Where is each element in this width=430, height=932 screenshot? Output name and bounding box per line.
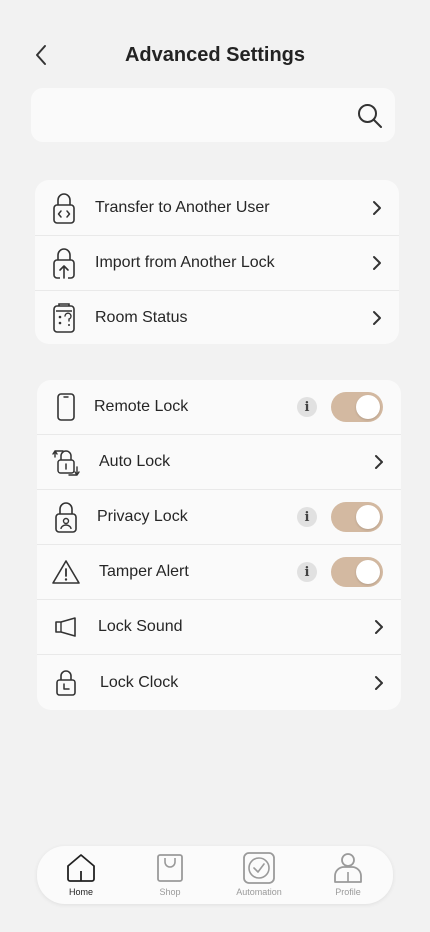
phone-icon (51, 390, 81, 424)
privacy-lock-row: Privacy Lock i (37, 490, 401, 545)
lock-clock-label: Lock Clock (100, 673, 179, 691)
tab-shop-label: Shop (159, 887, 181, 897)
search-icon (358, 104, 382, 128)
chevron-right-icon (371, 675, 387, 691)
lock-sound-row[interactable]: Lock Sound (37, 600, 401, 655)
lock-upload-icon (49, 246, 79, 280)
chevron-right-icon (369, 255, 385, 271)
chevron-right-icon (371, 454, 387, 470)
info-icon[interactable]: i (297, 397, 317, 417)
auto-lock-icon (51, 445, 81, 479)
auto-lock-row[interactable]: Auto Lock (37, 435, 401, 490)
tab-profile-label: Profile (335, 887, 361, 897)
privacy-lock-label: Privacy Lock (97, 508, 188, 525)
info-icon[interactable]: i (297, 507, 317, 527)
room-status-row[interactable]: Room Status (35, 291, 399, 344)
tab-shop[interactable]: Shop (140, 852, 200, 902)
clipboard-status-icon (49, 301, 79, 335)
tab-home-label: Home (68, 887, 93, 897)
lock-person-icon (51, 500, 81, 534)
search-input[interactable] (45, 88, 345, 142)
speaker-icon (51, 610, 81, 644)
tamper-alert-row: Tamper Alert i (37, 545, 401, 600)
tab-profile[interactable]: Profile (318, 852, 378, 902)
tamper-alert-label: Tamper Alert (99, 563, 189, 580)
import-lock-label: Import from Another Lock (95, 254, 275, 271)
transfer-user-row[interactable]: Transfer to Another User (35, 180, 399, 236)
remote-lock-row: Remote Lock i (37, 380, 401, 435)
tamper-alert-toggle[interactable] (331, 557, 383, 587)
shopping-bag-icon (154, 852, 186, 884)
lock-settings-group: Remote Lock i Auto Lock Privacy Lock i T… (37, 380, 401, 710)
toggle-knob (356, 395, 380, 419)
remote-lock-label: Remote Lock (94, 398, 189, 415)
warning-icon (51, 555, 81, 589)
tab-automation-label: Automation (236, 887, 282, 897)
privacy-lock-toggle[interactable] (331, 502, 383, 532)
chevron-right-icon (371, 619, 387, 635)
home-icon (65, 852, 97, 884)
lock-code-icon (49, 191, 79, 225)
room-status-label: Room Status (95, 308, 188, 326)
lock-clock-icon (51, 666, 81, 700)
tab-automation[interactable]: Automation (229, 852, 289, 902)
lock-clock-row[interactable]: Lock Clock (37, 655, 401, 710)
auto-lock-label: Auto Lock (99, 453, 171, 470)
transfer-settings-group: Transfer to Another User Import from Ano… (35, 180, 399, 344)
search-button[interactable] (355, 101, 385, 131)
tab-home[interactable]: Home (51, 852, 111, 902)
page-title: Advanced Settings (124, 44, 306, 66)
toggle-knob (356, 505, 380, 529)
import-lock-row[interactable]: Import from Another Lock (35, 236, 399, 291)
transfer-user-label: Transfer to Another User (95, 198, 270, 216)
search-bar (31, 88, 395, 142)
chevron-right-icon (369, 310, 385, 326)
remote-lock-toggle[interactable] (331, 392, 383, 422)
lock-sound-label: Lock Sound (98, 618, 183, 635)
profile-icon (332, 852, 364, 884)
automation-icon (243, 852, 275, 884)
bottom-tab-bar: Home Shop Automation Profile (37, 846, 393, 904)
info-icon[interactable]: i (297, 562, 317, 582)
toggle-knob (356, 560, 380, 584)
chevron-right-icon (369, 200, 385, 216)
header: Advanced Settings (0, 32, 430, 78)
